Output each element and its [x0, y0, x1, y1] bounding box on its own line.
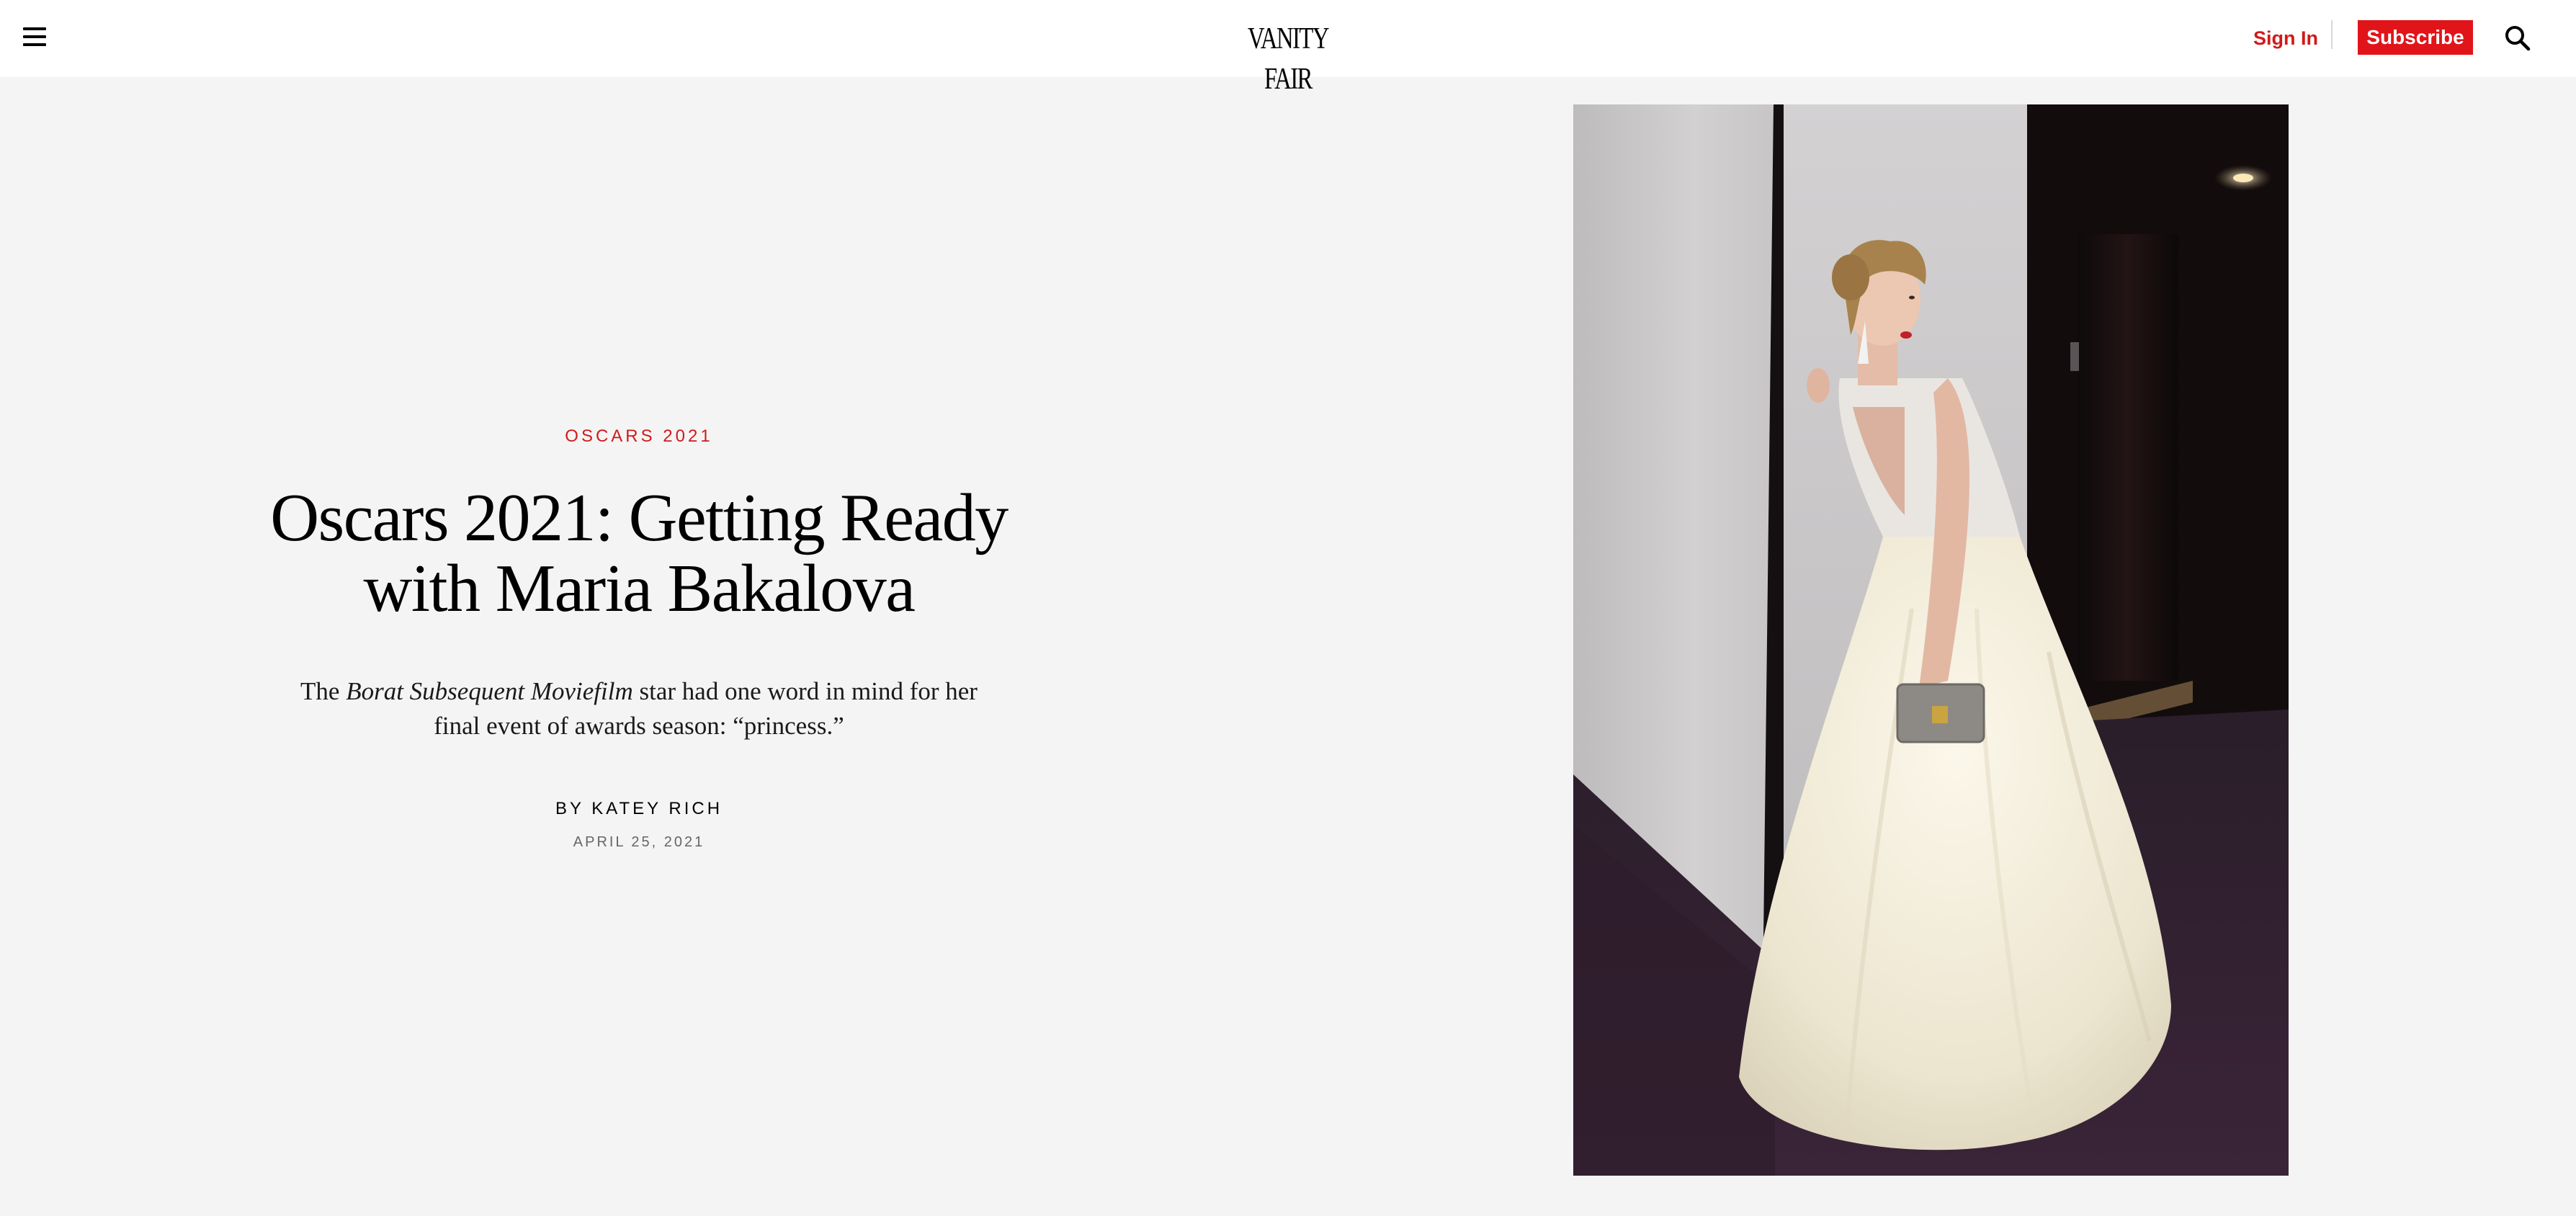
hero-photo — [1573, 104, 2289, 1176]
subscribe-button[interactable]: Subscribe — [2358, 20, 2473, 55]
article-headline: Oscars 2021: Getting Ready with Maria Ba… — [259, 483, 1019, 624]
author-link[interactable]: KATEY RICH — [591, 799, 723, 818]
article-dek: The Borat Subsequent Moviefilm star had … — [286, 674, 992, 743]
site-logo[interactable]: VANITY FAIR — [1232, 19, 1344, 96]
hamburger-menu-icon[interactable] — [22, 25, 48, 50]
dek-film-title: Borat Subsequent Moviefilm — [346, 677, 633, 705]
top-nav: VANITY FAIR Sign In Subscribe — [0, 0, 2576, 96]
search-icon[interactable] — [2503, 23, 2533, 53]
headline-line-2: with Maria Bakalova — [363, 551, 916, 626]
dek-line-2: final event of awards season: “princess.… — [434, 712, 844, 740]
headline-line-1: Oscars 2021: Getting Ready — [270, 480, 1009, 555]
publish-date: APRIL 25, 2021 — [573, 834, 705, 850]
sign-in-link[interactable]: Sign In — [2253, 24, 2318, 52]
dek-prefix: The — [300, 677, 346, 705]
byline-prefix: BY — [555, 799, 592, 818]
rubric-link[interactable]: OSCARS 2021 — [259, 421, 1019, 452]
nav-divider — [2331, 20, 2333, 49]
byline: BY KATEY RICH — [259, 797, 1019, 821]
article-header: OSCARS 2021 Oscars 2021: Getting Ready w… — [259, 421, 1019, 852]
dek-line-1-rest: star had one word in mind for her — [632, 677, 978, 705]
